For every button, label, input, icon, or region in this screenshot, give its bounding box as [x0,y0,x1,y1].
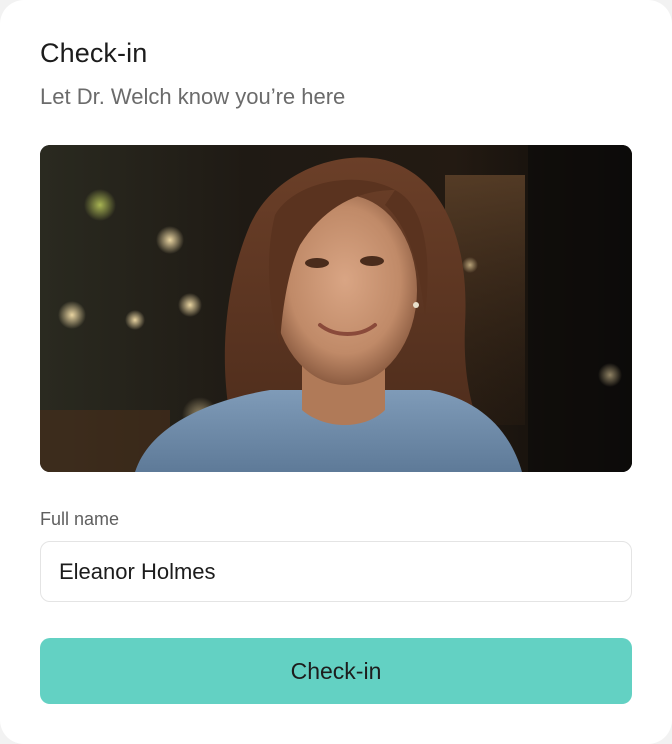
checkin-card: Check-in Let Dr. Welch know you’re here [0,0,672,744]
full-name-input[interactable] [40,541,632,602]
checkin-button[interactable]: Check-in [40,638,632,704]
full-name-label: Full name [40,509,120,529]
page-title: Check-in [40,38,148,68]
page-subtitle: Let Dr. Welch know you’re here [40,84,346,109]
camera-preview-image [40,145,632,472]
camera-preview [40,145,632,472]
